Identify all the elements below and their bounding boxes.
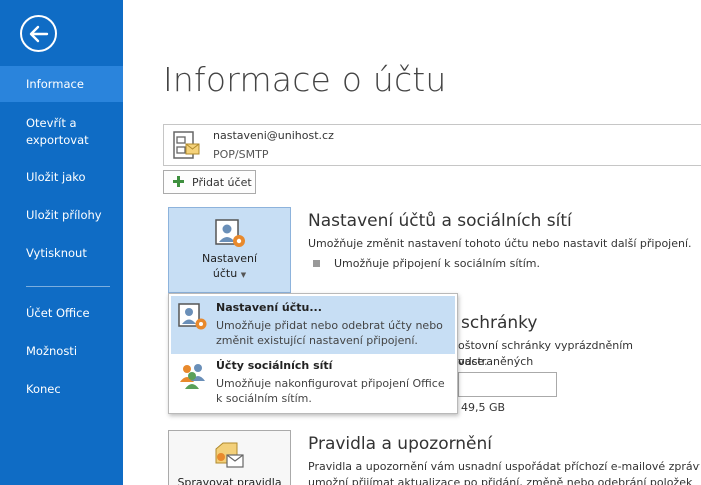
dropdown-item-desc: Umožňuje přidat nebo odebrat účty nebo z…: [216, 319, 443, 347]
nav-label: Konec: [26, 382, 61, 396]
mailbox-title: schránky: [461, 313, 538, 333]
nav-ulozit-jako[interactable]: Uložit jako: [0, 169, 123, 186]
nav-otevrit-exportovat[interactable]: Otevřít a exportovat: [0, 115, 100, 149]
rules-desc-line2: umožní přijímat aktualizace po přidání, …: [308, 476, 693, 485]
nav-label: Uložit jako: [26, 170, 86, 184]
mailbox-desc-line2: vace.: [458, 355, 488, 368]
rules-title: Pravidla a upozornění: [308, 434, 493, 454]
dropdown-item-social-accounts[interactable]: Účty sociálních sítí Umožňuje nakonfigur…: [171, 354, 455, 412]
account-settings-icon: [214, 218, 248, 254]
nav-label: Informace: [26, 77, 84, 91]
dropdown-item-title: Nastavení účtu...: [216, 301, 322, 314]
rules-icon: [213, 439, 247, 475]
nav-label: Otevřít a exportovat: [26, 116, 89, 147]
account-email: nastaveni@unihost.cz: [213, 129, 334, 142]
account-card-icon: [172, 130, 202, 166]
mailbox-usage-bar: [458, 372, 557, 397]
nav-vytisknout[interactable]: Vytisknout: [0, 245, 123, 262]
manage-rules-tile[interactable]: Spravovat pravidla: [168, 430, 291, 485]
nav-informace[interactable]: Informace: [0, 66, 123, 102]
tile-label: Nastavení: [201, 252, 258, 265]
nav-moznosti[interactable]: Možnosti: [0, 343, 123, 360]
tile-label-text: účtu: [212, 267, 238, 280]
tile-label-line2: účtu ▼: [169, 267, 290, 282]
nav-label: Vytisknout: [26, 246, 87, 260]
dropdown-arrow-icon: ▼: [240, 271, 247, 279]
page-title: Informace o účtu: [163, 60, 447, 99]
account-settings-bullet: Umožňuje připojení k sociálním sítím.: [334, 257, 540, 270]
nav-ulozit-prilohy[interactable]: Uložit přílohy: [0, 207, 123, 224]
plus-icon: [172, 175, 185, 191]
backstage-sidebar: Informace Otevřít a exportovat Uložit ja…: [0, 0, 123, 485]
add-account-button[interactable]: Přidat účet: [163, 170, 256, 194]
mailbox-desc-line1: oštovní schránky vyprázdněním odstraněný…: [458, 339, 634, 368]
back-button[interactable]: [20, 15, 57, 52]
account-selector[interactable]: nastaveni@unihost.cz POP/SMTP: [163, 124, 701, 166]
nav-konec[interactable]: Konec: [0, 381, 123, 398]
add-account-label: Přidat účet: [192, 176, 252, 189]
dropdown-item-title: Účty sociálních sítí: [216, 359, 333, 372]
account-settings-dropdown: Nastavení účtu... Umožňuje přidat nebo o…: [168, 293, 458, 414]
account-settings-icon: [177, 302, 209, 336]
nav-ucet-office[interactable]: Účet Office: [0, 305, 123, 322]
account-settings-title: Nastavení účtů a sociálních sítí: [308, 211, 572, 231]
nav-divider: [26, 286, 110, 287]
dropdown-item-account-settings[interactable]: Nastavení účtu... Umožňuje přidat nebo o…: [171, 296, 455, 354]
nav-label: Uložit přílohy: [26, 208, 102, 222]
account-settings-tile[interactable]: Nastavení účtu ▼: [168, 207, 291, 293]
nav-label: Účet Office: [26, 306, 90, 320]
social-accounts-icon: [177, 360, 209, 394]
dropdown-item-desc: Umožňuje nakonfigurovat připojení Office…: [216, 377, 445, 405]
bullet: [313, 260, 320, 267]
tile-label: Spravovat pravidla: [177, 476, 282, 485]
account-settings-desc: Umožňuje změnit nastavení tohoto účtu ne…: [308, 237, 692, 250]
mailbox-size: 49,5 GB: [461, 401, 506, 414]
rules-desc-line1: Pravidla a upozornění vám usnadní uspořá…: [308, 460, 700, 473]
account-type: POP/SMTP: [213, 148, 269, 161]
nav-label: Možnosti: [26, 344, 78, 358]
